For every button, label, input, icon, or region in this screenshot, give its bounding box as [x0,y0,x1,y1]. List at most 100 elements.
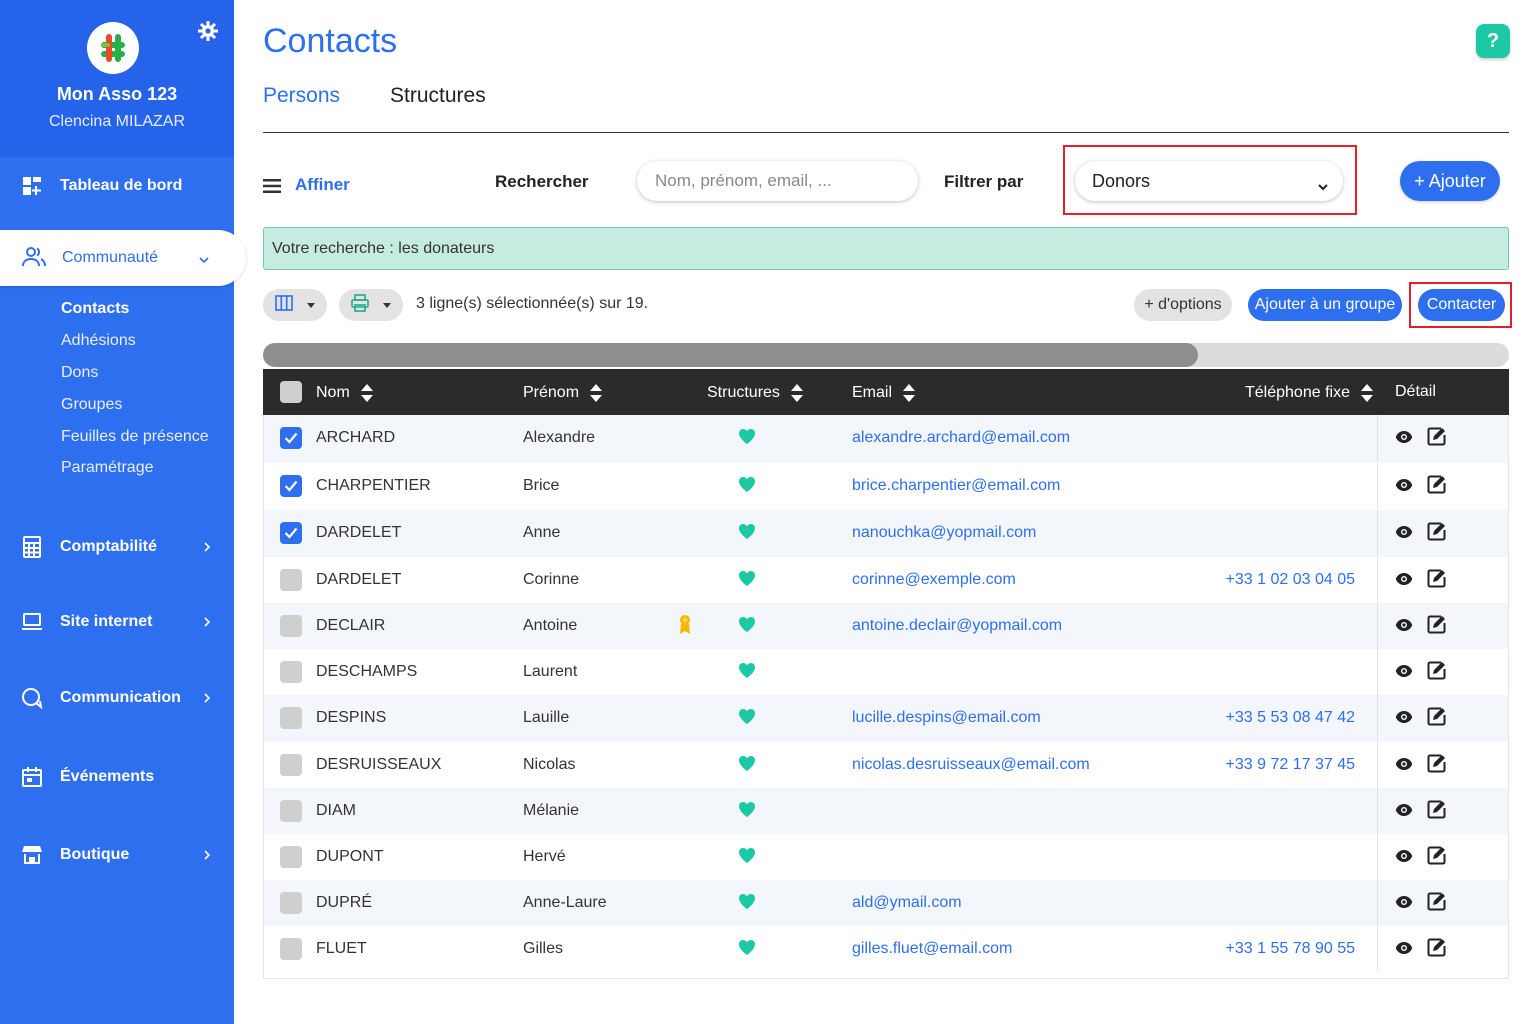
subnav-contacts[interactable]: Contacts [61,300,129,318]
cell-email[interactable]: ald@ymail.com [852,894,962,912]
cell-email[interactable]: corinne@exemple.com [852,571,1016,589]
sidebar-item-site-internet[interactable]: Site internet [0,600,234,644]
edit-icon[interactable] [1427,522,1446,541]
sort-icon [790,383,804,403]
subnav-dons[interactable]: Dons [61,364,98,382]
row-checkbox[interactable] [280,707,302,729]
column-email[interactable]: Email [852,383,916,403]
edit-icon[interactable] [1427,427,1446,446]
eye-icon[interactable] [1395,895,1413,909]
edit-icon[interactable] [1427,800,1446,819]
row-checkbox[interactable] [280,892,302,914]
cell-phone[interactable]: +33 5 53 08 47 42 [1226,709,1355,727]
subnav-groupes[interactable]: Groupes [61,396,122,414]
cell-email[interactable]: antoine.declair@yopmail.com [852,617,1062,635]
chevron-right-icon [202,614,212,630]
cell-email[interactable]: gilles.fluet@email.com [852,940,1012,958]
cell-email[interactable]: nanouchka@yopmail.com [852,524,1036,542]
table-row[interactable]: DESPINS Lauille lucille.despins@email.com +… [263,695,1509,742]
table-row[interactable]: DESCHAMPS Laurent [263,649,1509,695]
edit-icon[interactable] [1427,475,1446,494]
columns-button[interactable] [263,289,327,321]
row-checkbox[interactable] [280,661,302,683]
add-button[interactable]: + Ajouter [1400,161,1500,201]
eye-icon[interactable] [1395,849,1413,863]
eye-icon[interactable] [1395,430,1413,444]
cell-phone[interactable]: +33 1 55 78 90 55 [1226,940,1355,958]
table-row[interactable]: DUPONT Hervé [263,834,1509,880]
table-row[interactable]: FLUET Gilles gilles.fluet@email.com +33 1 5… [263,926,1509,972]
refine-button[interactable]: Affiner [263,175,350,195]
subnav-adhesions[interactable]: Adhésions [61,332,136,350]
sidebar-item-label: Communauté [62,249,159,266]
cell-phone[interactable]: +33 1 02 03 04 05 [1226,571,1355,589]
row-checkbox[interactable] [280,800,302,822]
search-input[interactable] [637,161,918,201]
cell-email[interactable]: alexandre.archard@email.com [852,429,1070,447]
row-checkbox[interactable] [280,475,302,497]
selection-count: 3 ligne(s) sélectionnée(s) sur 19. [416,295,649,312]
table-row[interactable]: CHARPENTIER Brice brice.charpentier@email.… [263,463,1509,510]
edit-icon[interactable] [1427,707,1446,726]
tab-structures[interactable]: Structures [390,84,486,108]
row-checkbox[interactable] [280,522,302,544]
sidebar-item-boutique[interactable]: Boutique [0,833,234,877]
cell-email[interactable]: nicolas.desruisseaux@email.com [852,756,1090,774]
eye-icon[interactable] [1395,664,1413,678]
sidebar-item-dashboard[interactable]: Tableau de bord [0,164,234,208]
table-row[interactable]: DESRUISSEAUX Nicolas nicolas.desruisseaux@… [263,742,1509,788]
edit-icon[interactable] [1427,661,1446,680]
column-telephone[interactable]: Téléphone fixe [1245,383,1374,403]
column-prenom[interactable]: Prénom [523,383,603,403]
table-row[interactable]: DUPRÉ Anne-Laure ald@ymail.com [263,880,1509,926]
print-button[interactable] [339,289,403,321]
edit-icon[interactable] [1427,615,1446,634]
column-nom[interactable]: Nom [316,383,374,403]
eye-icon[interactable] [1395,941,1413,955]
add-to-group-button[interactable]: Ajouter à un groupe [1248,289,1402,321]
eye-icon[interactable] [1395,525,1413,539]
eye-icon[interactable] [1395,618,1413,632]
table-row[interactable]: DECLAIR Antoine antoine.declair@yopmail.co… [263,603,1509,649]
tab-persons[interactable]: Persons [263,84,340,108]
row-checkbox[interactable] [280,938,302,960]
table-row[interactable]: ARCHARD Alexandre alexandre.archard@email.… [263,415,1509,463]
filter-select[interactable]: Donors [1075,161,1343,201]
row-checkbox[interactable] [280,754,302,776]
menu-icon [263,178,281,193]
select-all-checkbox[interactable] [280,381,302,403]
sidebar-item-evenements[interactable]: Événements [0,755,234,799]
help-button[interactable]: ? [1476,24,1510,58]
cell-email[interactable]: brice.charpentier@email.com [852,477,1060,495]
column-structures[interactable]: Structures [707,383,804,403]
row-checkbox[interactable] [280,846,302,868]
sidebar-item-community[interactable]: Communauté [0,230,246,286]
row-checkbox[interactable] [280,569,302,591]
edit-icon[interactable] [1427,938,1446,957]
gear-icon[interactable] [197,20,219,42]
shop-icon [20,843,44,867]
table-row[interactable]: DIAM Mélanie [263,788,1509,834]
eye-icon[interactable] [1395,757,1413,771]
contact-button[interactable]: Contacter [1418,289,1505,321]
more-options-button[interactable]: + d'options [1134,289,1232,321]
table-row[interactable]: DARDELET Corinne corinne@exemple.com +33 1 … [263,557,1509,603]
sidebar-item-communication[interactable]: Communication [0,676,234,720]
cell-phone[interactable]: +33 9 72 17 37 45 [1226,756,1355,774]
eye-icon[interactable] [1395,572,1413,586]
cell-email[interactable]: lucille.despins@email.com [852,709,1041,727]
subnav-parametrage[interactable]: Paramétrage [61,459,154,477]
row-checkbox[interactable] [280,615,302,637]
scrollbar-thumb[interactable] [263,343,1198,367]
edit-icon[interactable] [1427,754,1446,773]
edit-icon[interactable] [1427,569,1446,588]
edit-icon[interactable] [1427,846,1446,865]
row-checkbox[interactable] [280,427,302,449]
eye-icon[interactable] [1395,710,1413,724]
edit-icon[interactable] [1427,892,1446,911]
sidebar-item-comptabilite[interactable]: Comptabilité [0,525,234,569]
eye-icon[interactable] [1395,478,1413,492]
table-row[interactable]: DARDELET Anne nanouchka@yopmail.com [263,510,1509,557]
eye-icon[interactable] [1395,803,1413,817]
subnav-feuilles-presence[interactable]: Feuilles de présence [61,428,209,446]
